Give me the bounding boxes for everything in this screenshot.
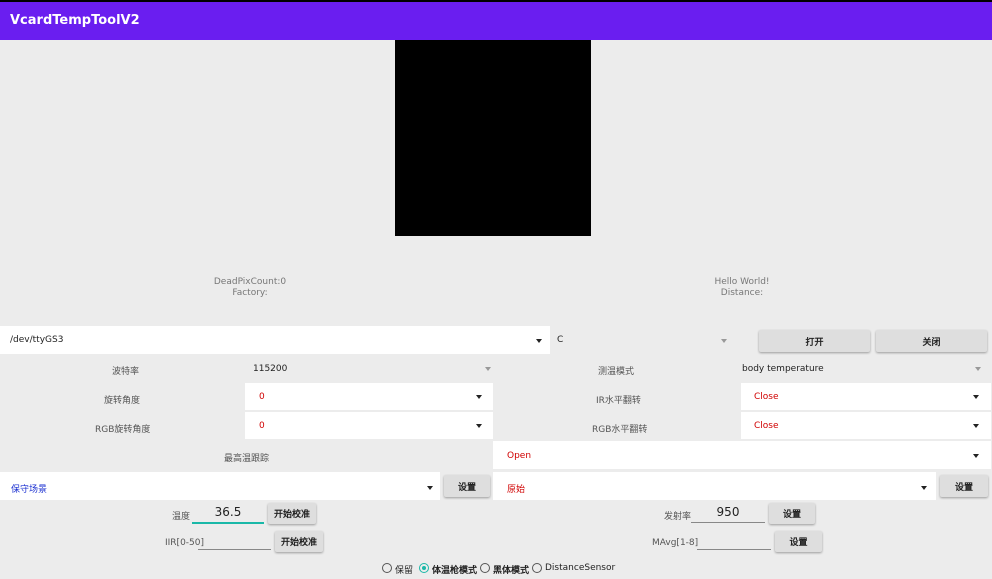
iir-input[interactable]: [198, 533, 271, 550]
mode-radio-group: 保留 体温枪模式 黑体模式 DistanceSensor: [380, 562, 620, 576]
mavg-input[interactable]: [697, 533, 771, 550]
chevron-down-icon: [476, 395, 482, 399]
source-select[interactable]: 原始: [493, 472, 936, 500]
rgb-flip-label: RGB水平翻转: [592, 425, 648, 435]
mavg-label: MAvg[1-8]: [652, 538, 699, 548]
chevron-down-icon: [536, 339, 542, 343]
chevron-down-icon: [427, 486, 433, 490]
baud-rate-label: 波特率: [112, 367, 140, 377]
app-bar: VcardTempToolV2: [0, 0, 992, 40]
scene-select[interactable]: 保守场景: [0, 472, 440, 500]
temperature-input[interactable]: 36.5: [192, 505, 264, 524]
start-calibration-button[interactable]: 开始校准: [268, 503, 316, 524]
scene-set-button[interactable]: 设置: [444, 475, 490, 497]
open-button[interactable]: 打开: [759, 330, 870, 352]
rotate-angle-select[interactable]: 0: [245, 383, 493, 410]
radio-reserve-label[interactable]: 保留: [395, 563, 413, 576]
source-set-button[interactable]: 设置: [940, 475, 988, 497]
chevron-down-icon: [721, 339, 727, 343]
emissivity-input[interactable]: 950: [691, 505, 765, 523]
rgb-flip-value: Close: [754, 421, 779, 431]
factory-label: Factory:: [232, 288, 268, 298]
chevron-down-icon: [973, 424, 979, 428]
source-value: 原始: [507, 485, 526, 495]
rgb-flip-select[interactable]: Close: [741, 412, 991, 439]
status-right: Hello World! Distance:: [682, 277, 802, 299]
mavg-set-button[interactable]: 设置: [775, 531, 822, 552]
rgb-rotate-angle-select[interactable]: 0: [245, 412, 493, 439]
status-left: DeadPixCount:0 Factory:: [190, 277, 310, 299]
chevron-down-icon: [476, 424, 482, 428]
measure-mode-select[interactable]: body temperature: [735, 356, 985, 382]
baud-rate-value: 115200: [253, 364, 288, 374]
radio-blackbody-label[interactable]: 黑体模式: [493, 563, 529, 576]
chevron-down-icon: [921, 486, 927, 490]
baud-rate-select[interactable]: 115200: [245, 356, 493, 382]
max-temp-track-value: Open: [507, 451, 532, 461]
radio-body-temp-gun-label[interactable]: 体温枪模式: [432, 563, 477, 576]
rotate-angle-value: 0: [259, 392, 265, 402]
unit-select[interactable]: C: [551, 326, 741, 354]
measure-mode-label: 测温模式: [598, 367, 635, 377]
rgb-rotate-angle-value: 0: [259, 421, 265, 431]
max-temp-track-label: 最高温跟踪: [224, 454, 270, 464]
scene-value: 保守场景: [11, 485, 48, 495]
rgb-rotate-angle-label: RGB旋转角度: [95, 425, 151, 435]
iir-start-calibration-button[interactable]: 开始校准: [275, 531, 323, 552]
chevron-down-icon: [973, 395, 979, 399]
radio-body-temp-gun[interactable]: [419, 563, 429, 573]
hello-text: Hello World!: [714, 277, 770, 287]
max-temp-track-select[interactable]: Open: [493, 441, 991, 469]
radio-blackbody[interactable]: [480, 563, 490, 573]
radio-reserve[interactable]: [382, 563, 392, 573]
chevron-down-icon: [973, 454, 979, 458]
rotate-angle-label: 旋转角度: [104, 396, 141, 406]
unit-value: C: [557, 335, 564, 345]
distance-label: Distance:: [720, 288, 764, 298]
radio-distance-sensor-label[interactable]: DistanceSensor: [545, 563, 615, 573]
dead-pix-count: DeadPixCount:0: [213, 277, 287, 287]
chevron-down-icon: [975, 367, 981, 371]
radio-distance-sensor[interactable]: [532, 563, 542, 573]
measure-mode-value: body temperature: [742, 364, 824, 374]
ir-flip-select[interactable]: Close: [741, 383, 991, 410]
temperature-label: 温度: [172, 512, 191, 522]
emissivity-label: 发射率: [664, 512, 692, 522]
serial-port-value: /dev/ttyGS3: [10, 335, 64, 345]
ir-flip-value: Close: [754, 392, 779, 402]
close-button[interactable]: 关闭: [876, 330, 987, 352]
emissivity-set-button[interactable]: 设置: [769, 503, 815, 524]
camera-preview: [395, 40, 591, 236]
app-title: VcardTempToolV2: [10, 13, 140, 28]
ir-flip-label: IR水平翻转: [596, 396, 641, 406]
serial-port-select[interactable]: /dev/ttyGS3: [0, 326, 550, 354]
chevron-down-icon: [485, 367, 491, 371]
